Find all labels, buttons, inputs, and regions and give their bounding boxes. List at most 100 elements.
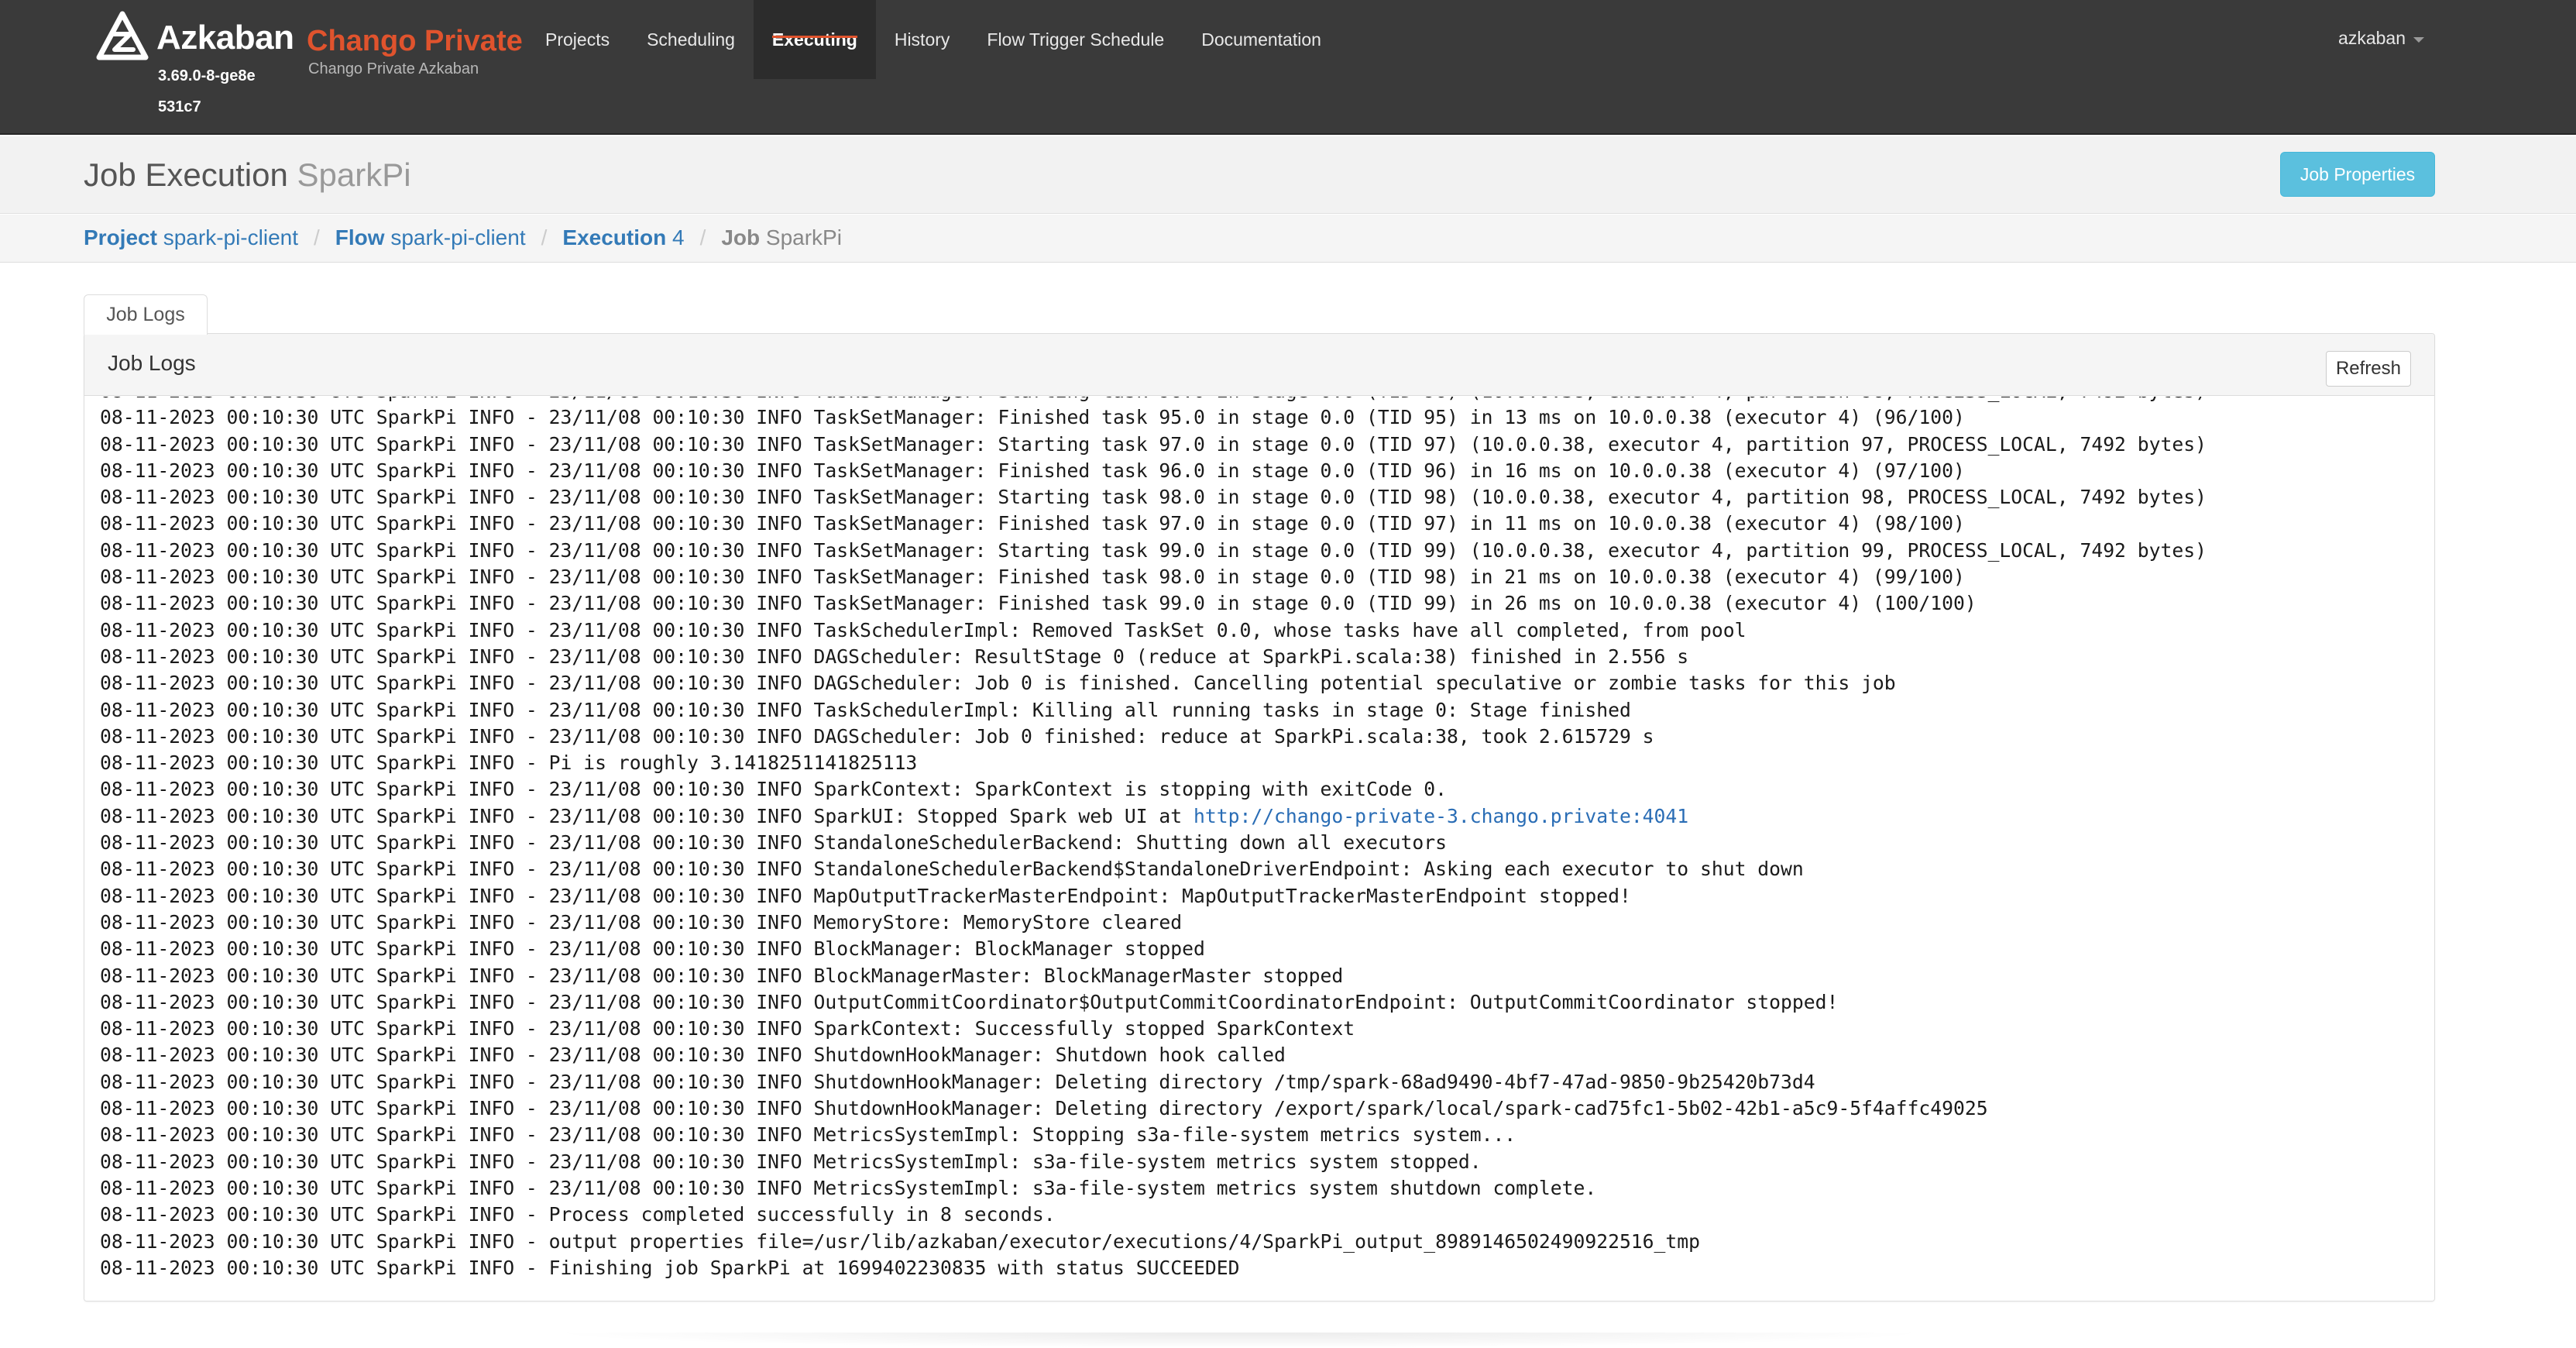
breadcrumb-project-label: Project: [84, 225, 157, 249]
log-line: 08-11-2023 00:10:30 UTC SparkPi INFO - 2…: [100, 458, 2207, 484]
log-lines: 08-11-2023 00:10:30 UTC SparkPi INFO - 2…: [100, 397, 2207, 1281]
log-line-prefix: 08-11-2023 00:10:30 UTC SparkPi INFO -: [100, 618, 549, 641]
nav-history[interactable]: History: [876, 0, 969, 79]
brand-name[interactable]: Azkaban: [156, 19, 294, 57]
log-line-prefix: 08-11-2023 00:10:30 UTC SparkPi INFO -: [100, 804, 549, 827]
log-line-prefix: 08-11-2023 00:10:30 UTC SparkPi INFO -: [100, 406, 549, 429]
log-line: 08-11-2023 00:10:30 UTC SparkPi INFO - 2…: [100, 1042, 2207, 1068]
log-line: 08-11-2023 00:10:30 UTC SparkPi INFO - 2…: [100, 1069, 2207, 1095]
log-line-message: 23/11/08 00:10:30 INFO SparkUI: Stopped …: [548, 804, 1194, 827]
azkaban-logo-icon[interactable]: [96, 11, 149, 62]
breadcrumb-job-label: Job: [721, 225, 761, 249]
log-line: 08-11-2023 00:10:30 UTC SparkPi INFO - 2…: [100, 1016, 2207, 1042]
breadcrumb-separator: /: [699, 225, 706, 249]
tab-job-logs[interactable]: Job Logs: [84, 294, 208, 335]
log-line: 08-11-2023 00:10:30 UTC SparkPi INFO - 2…: [100, 697, 2207, 724]
breadcrumb-project-value: spark-pi-client: [163, 225, 298, 249]
log-line-prefix: 08-11-2023 00:10:30 UTC SparkPi INFO -: [100, 459, 549, 482]
breadcrumb-flow[interactable]: Flow spark-pi-client: [335, 225, 526, 250]
job-logs-panel: Job Logs Refresh 08-11-2023 00:10:30 UTC…: [84, 333, 2435, 1302]
log-line-message: 23/11/08 00:10:30 INFO TaskSetManager: S…: [549, 397, 2207, 402]
log-line: 08-11-2023 00:10:30 UTC SparkPi INFO - 2…: [100, 883, 2207, 910]
log-line: 08-11-2023 00:10:30 UTC SparkPi INFO - 2…: [100, 564, 2207, 590]
breadcrumb-flow-value: spark-pi-client: [390, 225, 526, 249]
log-line-message: 23/11/08 00:10:30 INFO TaskSetManager: S…: [548, 538, 2207, 562]
log-line: 08-11-2023 00:10:30 UTC SparkPi INFO - P…: [100, 750, 2207, 776]
spark-ui-link[interactable]: http://chango-private-3.chango.private:4…: [1194, 805, 1688, 827]
log-line-message: 23/11/08 00:10:30 INFO TaskSetManager: F…: [548, 566, 1965, 589]
log-line: 08-11-2023 00:10:30 UTC SparkPi INFO - 2…: [100, 617, 2207, 644]
log-line-message: 23/11/08 00:10:30 INFO MetricsSystemImpl…: [548, 1176, 1597, 1199]
log-line-message: 23/11/08 00:10:30 INFO StandaloneSchedul…: [548, 858, 1804, 881]
log-line-message: 23/11/08 00:10:30 INFO OutputCommitCoord…: [548, 990, 1839, 1013]
page-bottom-shadow: [542, 1333, 1936, 1348]
page-title-job: SparkPi: [297, 156, 411, 193]
nav-scheduling[interactable]: Scheduling: [628, 0, 754, 79]
log-line-prefix: 08-11-2023 00:10:30 UTC SparkPi INFO -: [100, 990, 549, 1013]
log-line-message: 23/11/08 00:10:30 INFO DAGScheduler: Job…: [548, 724, 1654, 748]
panel-title: Job Logs: [108, 351, 196, 375]
log-line-message: 23/11/08 00:10:30 INFO SparkContext: Suc…: [548, 1017, 1355, 1040]
refresh-button[interactable]: Refresh: [2326, 351, 2411, 387]
breadcrumb-execution-label: Execution: [562, 225, 667, 249]
log-line-prefix: 08-11-2023 00:10:30 UTC SparkPi INFO -: [100, 831, 549, 855]
breadcrumb-execution[interactable]: Execution 4: [562, 225, 684, 250]
log-line: 08-11-2023 00:10:30 UTC SparkPi INFO - 2…: [100, 404, 2207, 431]
log-line-prefix: 08-11-2023 00:10:30 UTC SparkPi INFO -: [100, 566, 549, 589]
log-line-prefix: 08-11-2023 00:10:30 UTC SparkPi INFO -: [100, 884, 549, 907]
log-line-prefix: 08-11-2023 00:10:30 UTC SparkPi INFO -: [100, 645, 549, 668]
log-viewer[interactable]: 08-11-2023 00:10:30 UTC SparkPi INFO - 2…: [84, 397, 2434, 1301]
log-line-message: 23/11/08 00:10:30 INFO SparkContext: Spa…: [548, 778, 1447, 801]
log-line: 08-11-2023 00:10:30 UTC SparkPi INFO - 2…: [100, 670, 2207, 696]
log-line-message: 23/11/08 00:10:30 INFO MapOutputTrackerM…: [548, 884, 1631, 907]
brand-version: 3.69.0-8-ge8e531c7: [158, 67, 256, 115]
user-menu[interactable]: azkaban: [2338, 28, 2424, 49]
log-line: 08-11-2023 00:10:30 UTC SparkPi INFO - o…: [100, 1229, 2207, 1255]
log-line-message: 23/11/08 00:10:30 INFO BlockManager: Blo…: [548, 937, 1205, 961]
breadcrumb-bar: Project spark-pi-client / Flow spark-pi-…: [0, 215, 2576, 263]
page-header: Job Execution SparkPi Job Properties: [0, 136, 2576, 214]
log-line-prefix: 08-11-2023 00:10:30 UTC SparkPi INFO -: [100, 698, 549, 721]
log-line: 08-11-2023 00:10:30 UTC SparkPi INFO - 2…: [100, 724, 2207, 750]
log-line: 08-11-2023 00:10:30 UTC SparkPi INFO - 2…: [100, 484, 2207, 511]
log-line: 08-11-2023 00:10:30 UTC SparkPi INFO - 2…: [100, 538, 2207, 564]
nav-executing[interactable]: Executing: [753, 0, 876, 79]
nav-documentation[interactable]: Documentation: [1183, 0, 1340, 79]
log-line-prefix: 08-11-2023 00:10:30 UTC SparkPi INFO -: [100, 1229, 549, 1253]
log-line-prefix: 08-11-2023 00:10:30 UTC SparkPi INFO -: [100, 1123, 549, 1147]
log-line-prefix: 08-11-2023 00:10:30 UTC SparkPi INFO -: [100, 778, 549, 801]
breadcrumb-job: Job SparkPi: [721, 225, 842, 250]
page-title-main: Job Execution: [84, 156, 288, 193]
log-line-message: 23/11/08 00:10:30 INFO TaskSchedulerImpl…: [548, 618, 1747, 641]
log-line-message: 23/11/08 00:10:30 INFO MetricsSystemImpl…: [548, 1150, 1482, 1173]
log-line-prefix: 08-11-2023 00:10:30 UTC SparkPi INFO -: [100, 724, 549, 748]
top-navbar: Azkaban 3.69.0-8-ge8e531c7 Chango Privat…: [0, 0, 2576, 135]
log-line: 08-11-2023 00:10:30 UTC SparkPi INFO - 2…: [100, 936, 2207, 962]
job-properties-button[interactable]: Job Properties: [2280, 152, 2435, 197]
log-line: 08-11-2023 00:10:30 UTC SparkPi INFO - P…: [100, 1202, 2207, 1228]
log-line: 08-11-2023 00:10:30 UTC SparkPi INFO - 2…: [100, 856, 2207, 882]
log-line-prefix: 08-11-2023 00:10:30 UTC SparkPi INFO -: [100, 592, 549, 615]
log-line-message: 23/11/08 00:10:30 INFO BlockManagerMaste…: [548, 964, 1344, 987]
nav-flow-trigger-schedule[interactable]: Flow Trigger Schedule: [968, 0, 1183, 79]
breadcrumb-project[interactable]: Project spark-pi-client: [84, 225, 298, 250]
log-line-prefix: 08-11-2023 00:10:30 UTC SparkPi INFO -: [100, 1150, 549, 1173]
breadcrumb: Project spark-pi-client / Flow spark-pi-…: [84, 225, 842, 250]
log-line-message: 23/11/08 00:10:30 INFO TaskSetManager: S…: [548, 486, 2207, 509]
log-line-message: 23/11/08 00:10:30 INFO TaskSetManager: F…: [548, 459, 1965, 482]
log-line-message: 23/11/08 00:10:30 INFO ShutdownHookManag…: [548, 1097, 1988, 1120]
log-line-message: 23/11/08 00:10:30 INFO TaskSchedulerImpl…: [548, 698, 1631, 721]
log-line-message: 23/11/08 00:10:30 INFO DAGScheduler: Res…: [548, 645, 1689, 668]
log-line-message: output properties file=/usr/lib/azkaban/…: [548, 1229, 1700, 1253]
log-line-prefix: 08-11-2023 00:10:30 UTC SparkPi INFO -: [100, 1256, 549, 1279]
log-line: 08-11-2023 00:10:30 UTC SparkPi INFO - 2…: [100, 432, 2207, 458]
log-line-message: Process completed successfully in 8 seco…: [548, 1203, 1056, 1226]
breadcrumb-separator: /: [314, 225, 320, 249]
log-line-message: 23/11/08 00:10:30 INFO ShutdownHookManag…: [548, 1070, 1815, 1093]
nav-projects[interactable]: Projects: [527, 0, 628, 79]
log-line: 08-11-2023 00:10:30 UTC SparkPi INFO - 2…: [100, 803, 2207, 830]
log-line: 08-11-2023 00:10:30 UTC SparkPi INFO - 2…: [100, 1095, 2207, 1122]
log-line-message: 23/11/08 00:10:30 INFO ShutdownHookManag…: [548, 1044, 1286, 1067]
breadcrumb-execution-value: 4: [671, 225, 685, 249]
log-line: 08-11-2023 00:10:30 UTC SparkPi INFO - 2…: [100, 590, 2207, 617]
